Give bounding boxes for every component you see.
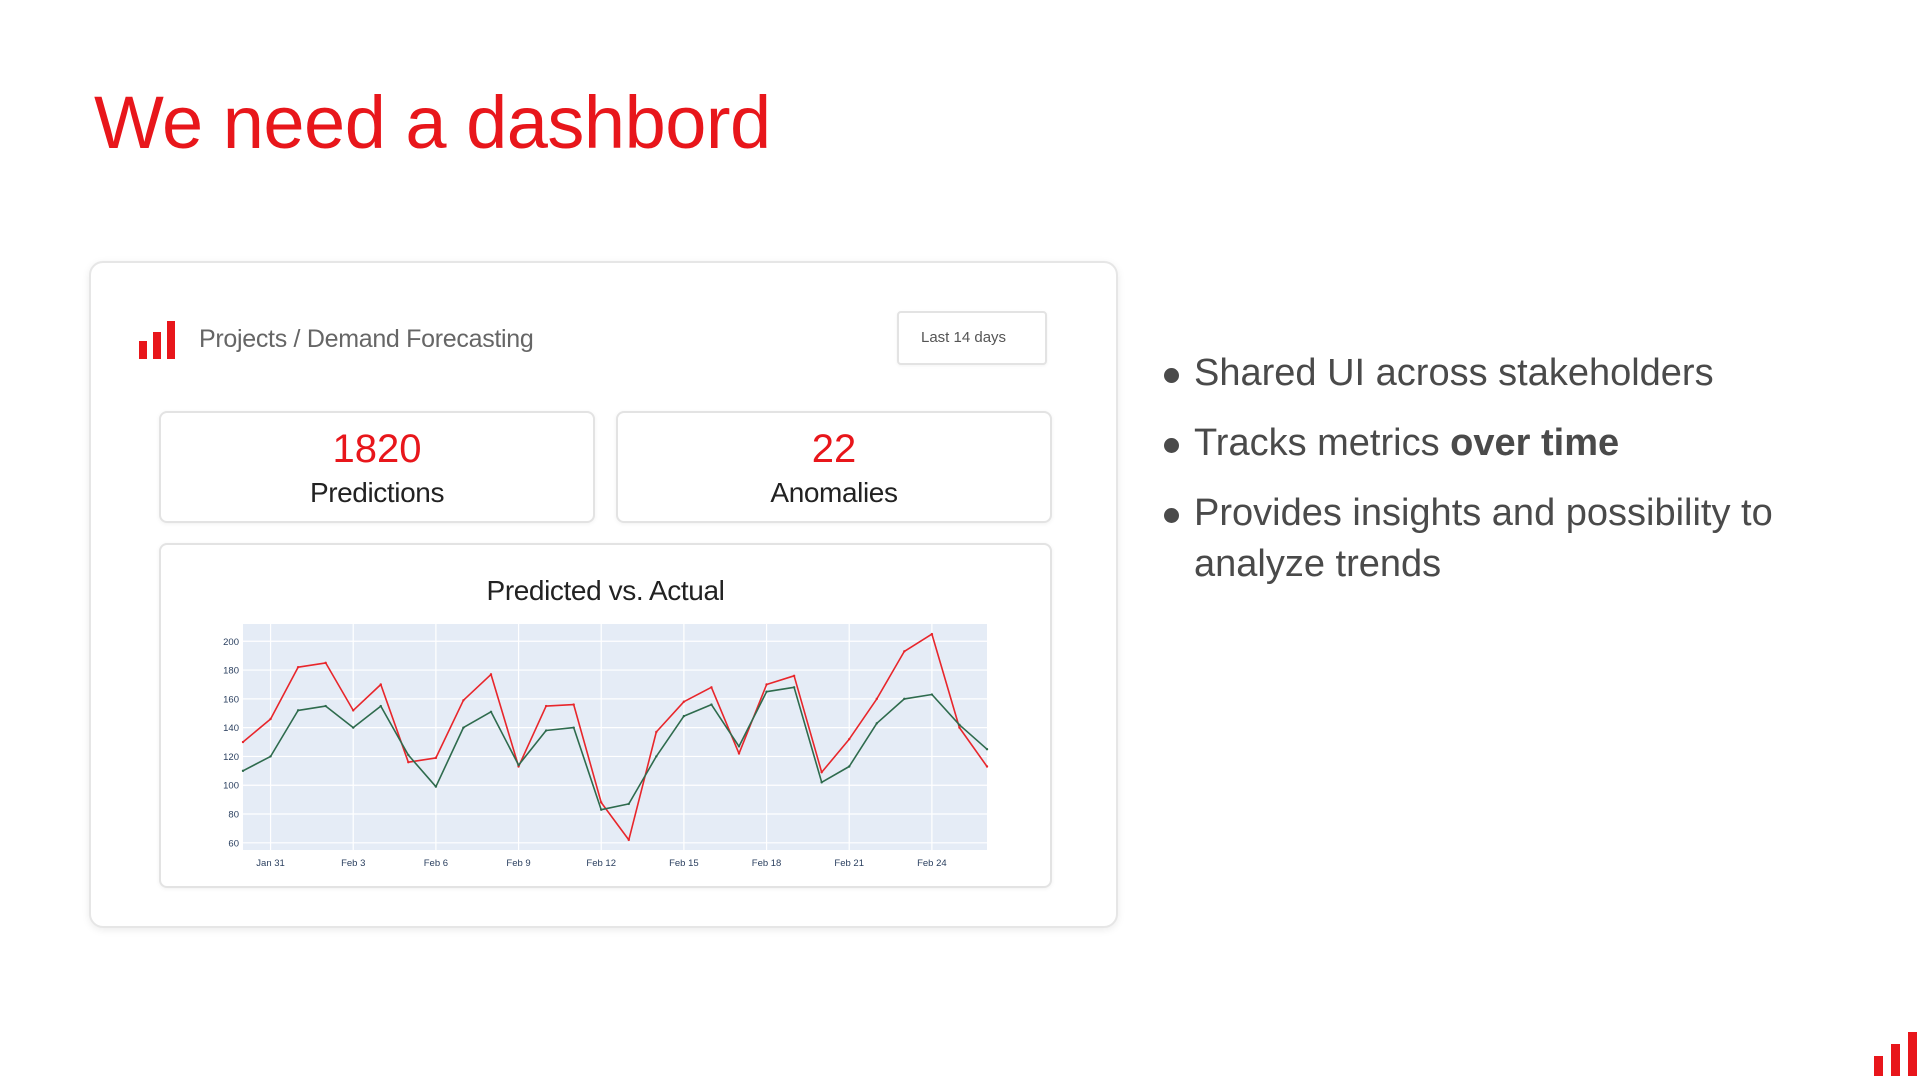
bar-chart-icon (139, 321, 175, 359)
series-point (544, 704, 548, 708)
series-point (792, 674, 796, 678)
bullet-text: Tracks metrics (1194, 422, 1451, 464)
bullet-item: Shared UI across stakeholders (1164, 348, 1804, 399)
series-point (848, 765, 851, 768)
series-point (765, 683, 768, 686)
x-tick-label: Feb 6 (424, 858, 448, 869)
series-point (875, 697, 878, 701)
x-tick-label: Feb 15 (669, 858, 699, 869)
series-point (985, 748, 989, 751)
series-point (352, 709, 355, 712)
y-tick-label: 120 (223, 752, 239, 763)
series-point (296, 665, 300, 669)
series-point (737, 745, 741, 748)
date-range-select[interactable]: Last 14 days (897, 311, 1047, 365)
series-point (379, 683, 382, 686)
chart-card: Predicted vs. Actual 60 80 100 120 140 160 180… (159, 543, 1052, 888)
series-point (517, 763, 520, 767)
series-point (820, 781, 823, 784)
series-point (296, 709, 300, 712)
bullet-dot-icon (1164, 438, 1179, 453)
series-point (241, 740, 245, 744)
series-point (710, 686, 713, 689)
series-point (324, 661, 327, 665)
series-point (572, 726, 575, 729)
series-point (930, 632, 934, 636)
kpi-value: 1820 (332, 427, 422, 471)
bullet-text: Shared UI across stakeholders (1194, 352, 1714, 394)
breadcrumb[interactable]: Projects / Demand Forecasting (199, 325, 534, 354)
series-point (765, 690, 768, 693)
x-tick-label: Feb 24 (917, 858, 947, 869)
y-tick-label: 100 (223, 781, 239, 792)
series-point (682, 714, 686, 718)
series-point (985, 765, 989, 768)
series-point (958, 723, 961, 726)
bullet-list: Shared UI across stakeholders Tracks met… (1164, 348, 1804, 609)
bullet-dot-icon (1164, 508, 1179, 523)
series-point (627, 838, 630, 842)
series-point (324, 704, 327, 708)
series-point (379, 704, 382, 708)
series-point (958, 726, 961, 729)
series-point (710, 703, 713, 706)
dashboard-card: Projects / Demand Forecasting Last 14 da… (89, 261, 1118, 928)
x-tick-label: Feb 3 (341, 858, 365, 869)
series-point (241, 769, 245, 773)
bullet-dot-icon (1164, 368, 1179, 383)
series-point (655, 730, 658, 734)
series-point (655, 755, 658, 758)
series-point (269, 755, 272, 758)
bullet-emphasis: over time (1450, 422, 1620, 464)
x-tick-label: Feb 9 (506, 858, 530, 869)
series-point (352, 726, 355, 729)
bullet-item: Tracks metrics over time (1164, 418, 1804, 469)
kpi-label: Anomalies (770, 477, 898, 508)
y-tick-label: 180 (223, 666, 239, 677)
series-point (269, 717, 272, 721)
y-tick-label: 160 (223, 694, 239, 705)
series-point (462, 726, 465, 729)
series-point (544, 729, 548, 732)
bullet-text: Provides insights and possibility to ana… (1194, 492, 1773, 585)
line-chart: 60 80 100 120 140 160 180 200 Jan 31 Feb 3 Feb 6 Fe… (223, 624, 989, 869)
y-tick-label: 200 (223, 637, 239, 648)
series-point (600, 808, 603, 811)
x-tick-label: Feb 12 (586, 858, 616, 869)
y-tick-label: 140 (223, 723, 239, 734)
series-point (434, 785, 438, 788)
series-point (434, 756, 438, 760)
series-point (737, 752, 741, 755)
series-point (407, 760, 410, 764)
x-tick-label: Jan 31 (256, 858, 285, 869)
kpi-value: 22 (811, 427, 857, 471)
kpi-card-anomalies: 22 Anomalies (616, 411, 1052, 523)
brand-logo-icon (1874, 1032, 1917, 1076)
y-tick-label: 80 (228, 810, 239, 821)
kpi-card-predictions: 1820 Predictions (159, 411, 595, 523)
x-tick-label: Feb 18 (752, 858, 782, 869)
series-point (682, 700, 686, 703)
series-point (875, 722, 878, 725)
series-point (489, 710, 493, 714)
series-point (792, 686, 796, 689)
series-point (930, 693, 934, 696)
kpi-label: Predictions (309, 477, 445, 508)
series-point (572, 703, 575, 706)
slide-title: We need a dashbord (94, 81, 771, 164)
plot-background (243, 624, 987, 850)
series-point (903, 650, 906, 653)
series-point (407, 753, 410, 757)
x-tick-label: Feb 21 (834, 858, 864, 869)
series-point (600, 801, 603, 804)
y-tick-label: 60 (228, 838, 239, 849)
series-point (489, 673, 493, 676)
bullet-item: Provides insights and possibility to ana… (1164, 488, 1804, 590)
series-point (903, 697, 906, 701)
series-point (462, 699, 465, 702)
series-point (848, 737, 851, 741)
series-point (627, 802, 630, 806)
series-point (820, 771, 823, 774)
